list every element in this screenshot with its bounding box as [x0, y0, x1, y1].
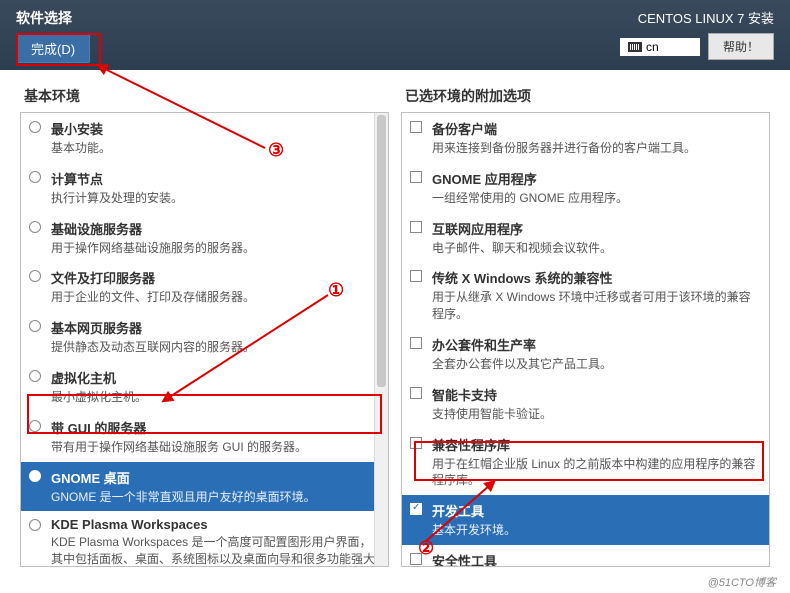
item-description: KDE Plasma Workspaces 是一个高度可配置图形用户界面，其中包… — [51, 534, 380, 567]
item-description: 支持使用智能卡验证。 — [432, 406, 761, 423]
item-title: GNOME 应用程序 — [432, 169, 761, 188]
radio-icon[interactable] — [29, 121, 41, 133]
item-title: 基础设施服务器 — [51, 219, 380, 238]
list-item[interactable]: 虚拟化主机最小虚拟化主机。 — [21, 362, 388, 412]
list-item[interactable]: GNOME 应用程序一组经常使用的 GNOME 应用程序。 — [402, 163, 769, 213]
item-title: 互联网应用程序 — [432, 219, 761, 238]
addons-column: 已选环境的附加选项 备份客户端用来连接到备份服务器并进行备份的客户端工具。GNO… — [401, 82, 770, 567]
list-item[interactable]: 带 GUI 的服务器带有用于操作网络基础设施服务 GUI 的服务器。 — [21, 412, 388, 462]
item-title: 基本网页服务器 — [51, 318, 380, 337]
item-description: GNOME 是一个非常直观且用户友好的桌面环境。 — [51, 489, 380, 506]
item-description: 执行计算及处理的安装。 — [51, 190, 380, 207]
list-item[interactable]: GNOME 桌面 GNOME 是一个非常直观且用户友好的桌面环境。 — [21, 462, 388, 512]
base-env-listbox[interactable]: 最小安装基本功能。计算节点执行计算及处理的安装。基础设施服务器用于操作网络基础设… — [20, 112, 389, 567]
checkbox-icon[interactable] — [410, 270, 422, 282]
checkbox-icon[interactable] — [410, 437, 422, 449]
install-title: CENTOS LINUX 7 安装 — [638, 8, 774, 27]
radio-icon[interactable] — [29, 370, 41, 382]
radio-icon[interactable] — [29, 320, 41, 332]
list-item[interactable]: 基础设施服务器用于操作网络基础设施服务的服务器。 — [21, 213, 388, 263]
checkbox-icon[interactable] — [410, 553, 422, 565]
main-content: 基本环境 最小安装基本功能。计算节点执行计算及处理的安装。基础设施服务器用于操作… — [0, 70, 790, 575]
item-title: 计算节点 — [51, 169, 380, 188]
item-description: 用于操作网络基础设施服务的服务器。 — [51, 240, 380, 257]
item-title: 文件及打印服务器 — [51, 268, 380, 287]
item-title: 安全性工具 — [432, 551, 761, 567]
item-description: 用来连接到备份服务器并进行备份的客户端工具。 — [432, 140, 761, 157]
list-item[interactable]: 备份客户端用来连接到备份服务器并进行备份的客户端工具。 — [402, 113, 769, 163]
item-title: 办公套件和生产率 — [432, 335, 761, 354]
item-title: 最小安装 — [51, 119, 380, 138]
list-item[interactable]: 办公套件和生产率全套办公套件以及其它产品工具。 — [402, 329, 769, 379]
item-title: 智能卡支持 — [432, 385, 761, 404]
radio-icon[interactable] — [29, 171, 41, 183]
checkbox-icon[interactable] — [410, 503, 422, 515]
watermark: @51CTO博客 — [704, 573, 780, 591]
item-title: 带 GUI 的服务器 — [51, 418, 380, 437]
radio-icon[interactable] — [29, 470, 41, 482]
top-right: CENTOS LINUX 7 安装 cn 帮助！ — [620, 8, 774, 62]
list-item[interactable]: 安全性工具用于完整性和可信任验证的安全性工具。 — [402, 545, 769, 567]
radio-icon[interactable] — [29, 519, 41, 531]
top-bar: 软件选择 完成(D) CENTOS LINUX 7 安装 cn 帮助！ — [0, 0, 790, 70]
list-item[interactable]: 兼容性程序库用于在红帽企业版 Linux 的之前版本中构建的应用程序的兼容程序库… — [402, 429, 769, 496]
keyboard-layout-text: cn — [646, 40, 659, 54]
item-description: 用于企业的文件、打印及存储服务器。 — [51, 289, 380, 306]
checkbox-icon[interactable] — [410, 387, 422, 399]
item-description: 最小虚拟化主机。 — [51, 389, 380, 406]
checkbox-icon[interactable] — [410, 121, 422, 133]
list-item[interactable]: 传统 X Windows 系统的兼容性用于从继承 X Windows 环境中迁移… — [402, 262, 769, 329]
top-left: 软件选择 完成(D) — [16, 8, 90, 62]
list-item[interactable]: 互联网应用程序电子邮件、聊天和视频会议软件。 — [402, 213, 769, 263]
base-env-heading: 基本环境 — [20, 82, 389, 112]
list-item[interactable]: 计算节点执行计算及处理的安装。 — [21, 163, 388, 213]
scrollbar-thumb[interactable] — [377, 115, 386, 387]
item-description: 用于从继承 X Windows 环境中迁移或者可用于该环境的兼容程序。 — [432, 289, 761, 323]
keyboard-indicator[interactable]: cn — [620, 38, 700, 56]
item-description: 基本开发环境。 — [432, 522, 761, 539]
list-item[interactable]: 开发工具基本开发环境。 — [402, 495, 769, 545]
checkbox-icon[interactable] — [410, 221, 422, 233]
item-description: 基本功能。 — [51, 140, 380, 157]
checkbox-icon[interactable] — [410, 337, 422, 349]
item-description: 用于在红帽企业版 Linux 的之前版本中构建的应用程序的兼容程序库。 — [432, 456, 761, 490]
done-button[interactable]: 完成(D) — [16, 34, 90, 63]
radio-icon[interactable] — [29, 221, 41, 233]
item-title: 传统 X Windows 系统的兼容性 — [432, 268, 761, 287]
radio-icon[interactable] — [29, 270, 41, 282]
item-title: 开发工具 — [432, 501, 761, 520]
keyboard-icon — [628, 42, 642, 52]
scrollbar[interactable] — [374, 113, 388, 566]
radio-icon[interactable] — [29, 420, 41, 432]
checkbox-icon[interactable] — [410, 171, 422, 183]
list-item[interactable]: KDE Plasma Workspaces KDE Plasma Workspac… — [21, 511, 388, 567]
addons-listbox[interactable]: 备份客户端用来连接到备份服务器并进行备份的客户端工具。GNOME 应用程序一组经… — [401, 112, 770, 567]
item-description: 电子邮件、聊天和视频会议软件。 — [432, 240, 761, 257]
list-item[interactable]: 最小安装基本功能。 — [21, 113, 388, 163]
item-description: 提供静态及动态互联网内容的服务器。 — [51, 339, 380, 356]
item-title: GNOME 桌面 — [51, 468, 380, 487]
list-item[interactable]: 基本网页服务器提供静态及动态互联网内容的服务器。 — [21, 312, 388, 362]
item-description: 带有用于操作网络基础设施服务 GUI 的服务器。 — [51, 439, 380, 456]
keyboard-help-row: cn 帮助！ — [620, 33, 774, 60]
help-button[interactable]: 帮助！ — [708, 33, 774, 60]
item-description: 全套办公套件以及其它产品工具。 — [432, 356, 761, 373]
list-item[interactable]: 文件及打印服务器用于企业的文件、打印及存储服务器。 — [21, 262, 388, 312]
page-title: 软件选择 — [16, 8, 90, 28]
item-description: 一组经常使用的 GNOME 应用程序。 — [432, 190, 761, 207]
item-title: 虚拟化主机 — [51, 368, 380, 387]
item-title: KDE Plasma Workspaces — [51, 517, 380, 532]
addons-heading: 已选环境的附加选项 — [401, 82, 770, 112]
item-title: 兼容性程序库 — [432, 435, 761, 454]
base-env-column: 基本环境 最小安装基本功能。计算节点执行计算及处理的安装。基础设施服务器用于操作… — [20, 82, 389, 567]
item-title: 备份客户端 — [432, 119, 761, 138]
list-item[interactable]: 智能卡支持支持使用智能卡验证。 — [402, 379, 769, 429]
